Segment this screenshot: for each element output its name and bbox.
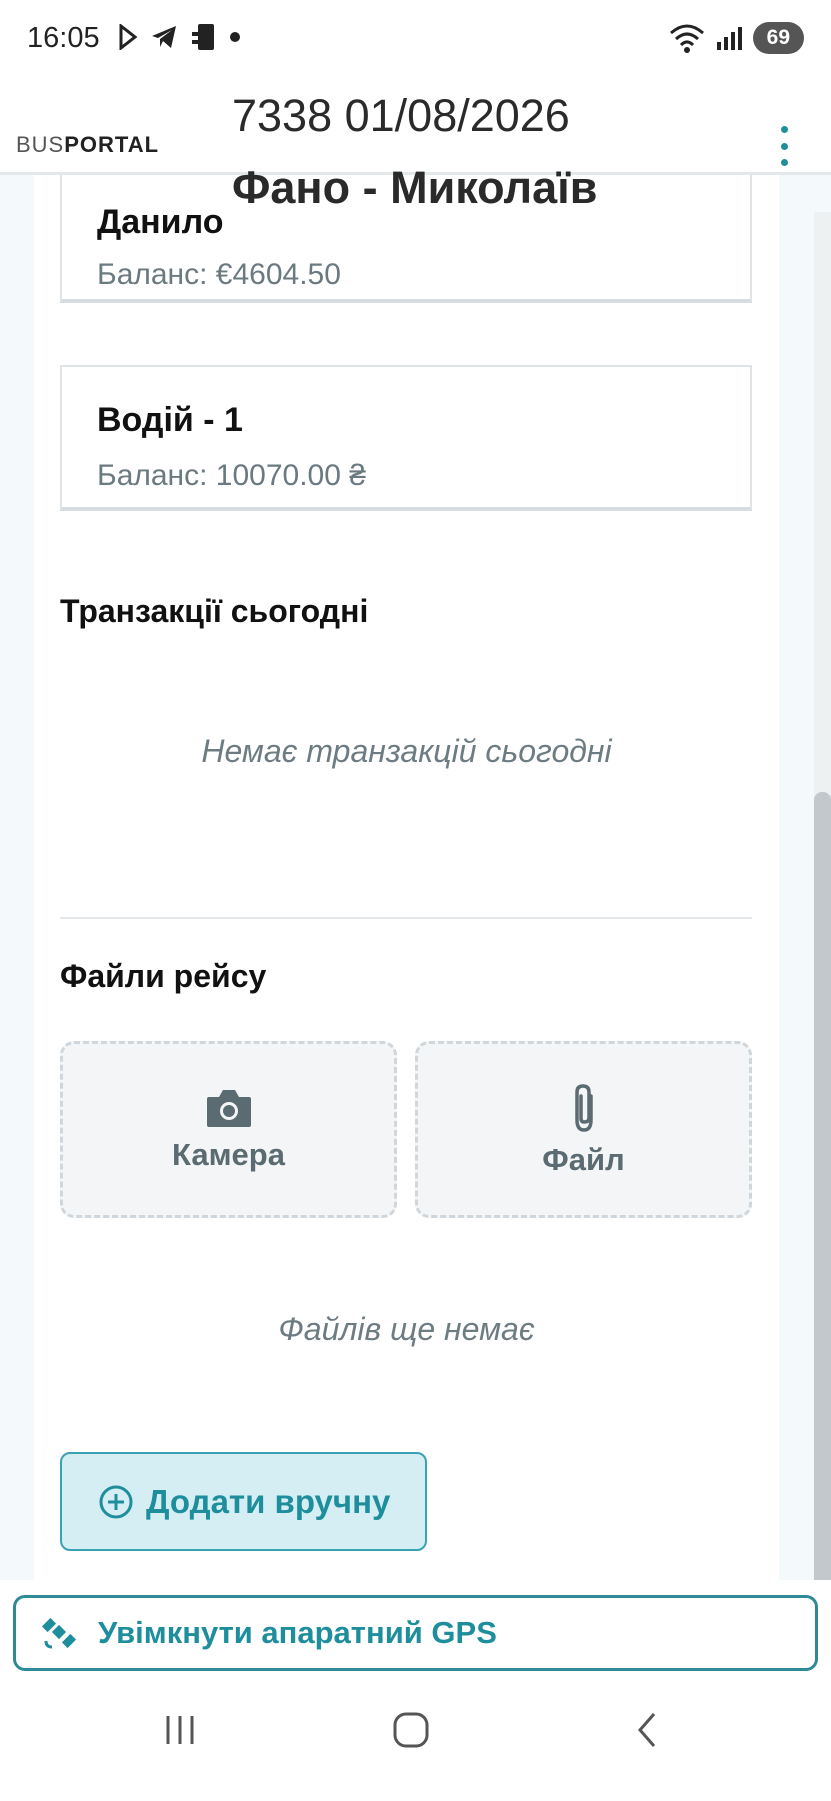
wifi-icon	[669, 24, 704, 53]
enable-gps-label: Увімкнути апаратний GPS	[98, 1615, 497, 1650]
device-icon	[192, 24, 214, 50]
balance-card-name: Данило	[97, 203, 224, 241]
add-manually-button[interactable]: Додати вручну	[60, 1452, 427, 1551]
status-bar: 16:05 69	[0, 0, 831, 80]
scrollbar-thumb[interactable]	[814, 792, 831, 1580]
satellite-icon	[42, 1617, 77, 1649]
file-upload-label: Файл	[542, 1141, 625, 1177]
home-icon[interactable]	[391, 1710, 431, 1750]
camera-upload-button[interactable]: Камера	[60, 1041, 397, 1218]
status-system-icons: 69	[669, 22, 804, 54]
transactions-empty-text: Немає транзакцій сьогодні	[201, 733, 612, 769]
trip-content-panel: Данило Баланс: €4604.50 Водій - 1 Баланс…	[34, 175, 779, 1580]
more-menu-icon[interactable]	[777, 126, 791, 166]
enable-gps-button[interactable]: Увімкнути апаратний GPS	[13, 1595, 818, 1671]
file-upload-button[interactable]: Файл	[415, 1041, 752, 1218]
dot-icon	[230, 32, 240, 42]
signal-icon	[716, 27, 742, 50]
recent-apps-icon[interactable]	[160, 1710, 200, 1750]
system-navigation-bar	[0, 1680, 831, 1801]
add-manually-label: Додати вручну	[146, 1482, 391, 1520]
telegram-icon	[152, 26, 176, 48]
files-empty-text: Файлів ще немає	[278, 1311, 535, 1347]
balance-card-amount: Баланс: 10070.00 ₴	[97, 459, 366, 492]
trip-title: 7338 01/08/2026	[232, 90, 570, 141]
plus-circle-icon	[99, 1485, 133, 1518]
battery-icon: 69	[752, 22, 804, 54]
status-notification-icons	[118, 22, 240, 52]
balance-card-name: Водій - 1	[97, 401, 243, 439]
balance-card-amount: Баланс: €4604.50	[97, 258, 341, 291]
camera-upload-label: Камера	[172, 1136, 285, 1172]
status-time: 16:05	[27, 22, 100, 54]
play-store-icon	[119, 24, 138, 50]
logo-bus-text: BUS	[16, 132, 65, 157]
transactions-title: Транзакції сьогодні	[60, 593, 369, 629]
divider	[60, 917, 752, 919]
balance-card: Водій - 1 Баланс: 10070.00 ₴	[60, 365, 752, 511]
files-title: Файли рейсу	[60, 958, 267, 994]
bus-portal-logo[interactable]: BUSPORTAL	[16, 132, 159, 158]
camera-icon	[206, 1089, 251, 1127]
logo-portal-text: PORTAL	[64, 132, 160, 157]
back-icon[interactable]	[628, 1710, 668, 1750]
gps-bar: Увімкнути апаратний GPS	[0, 1580, 831, 1680]
route-title: Фано - Миколаїв	[232, 162, 598, 213]
paperclip-icon	[574, 1083, 593, 1132]
